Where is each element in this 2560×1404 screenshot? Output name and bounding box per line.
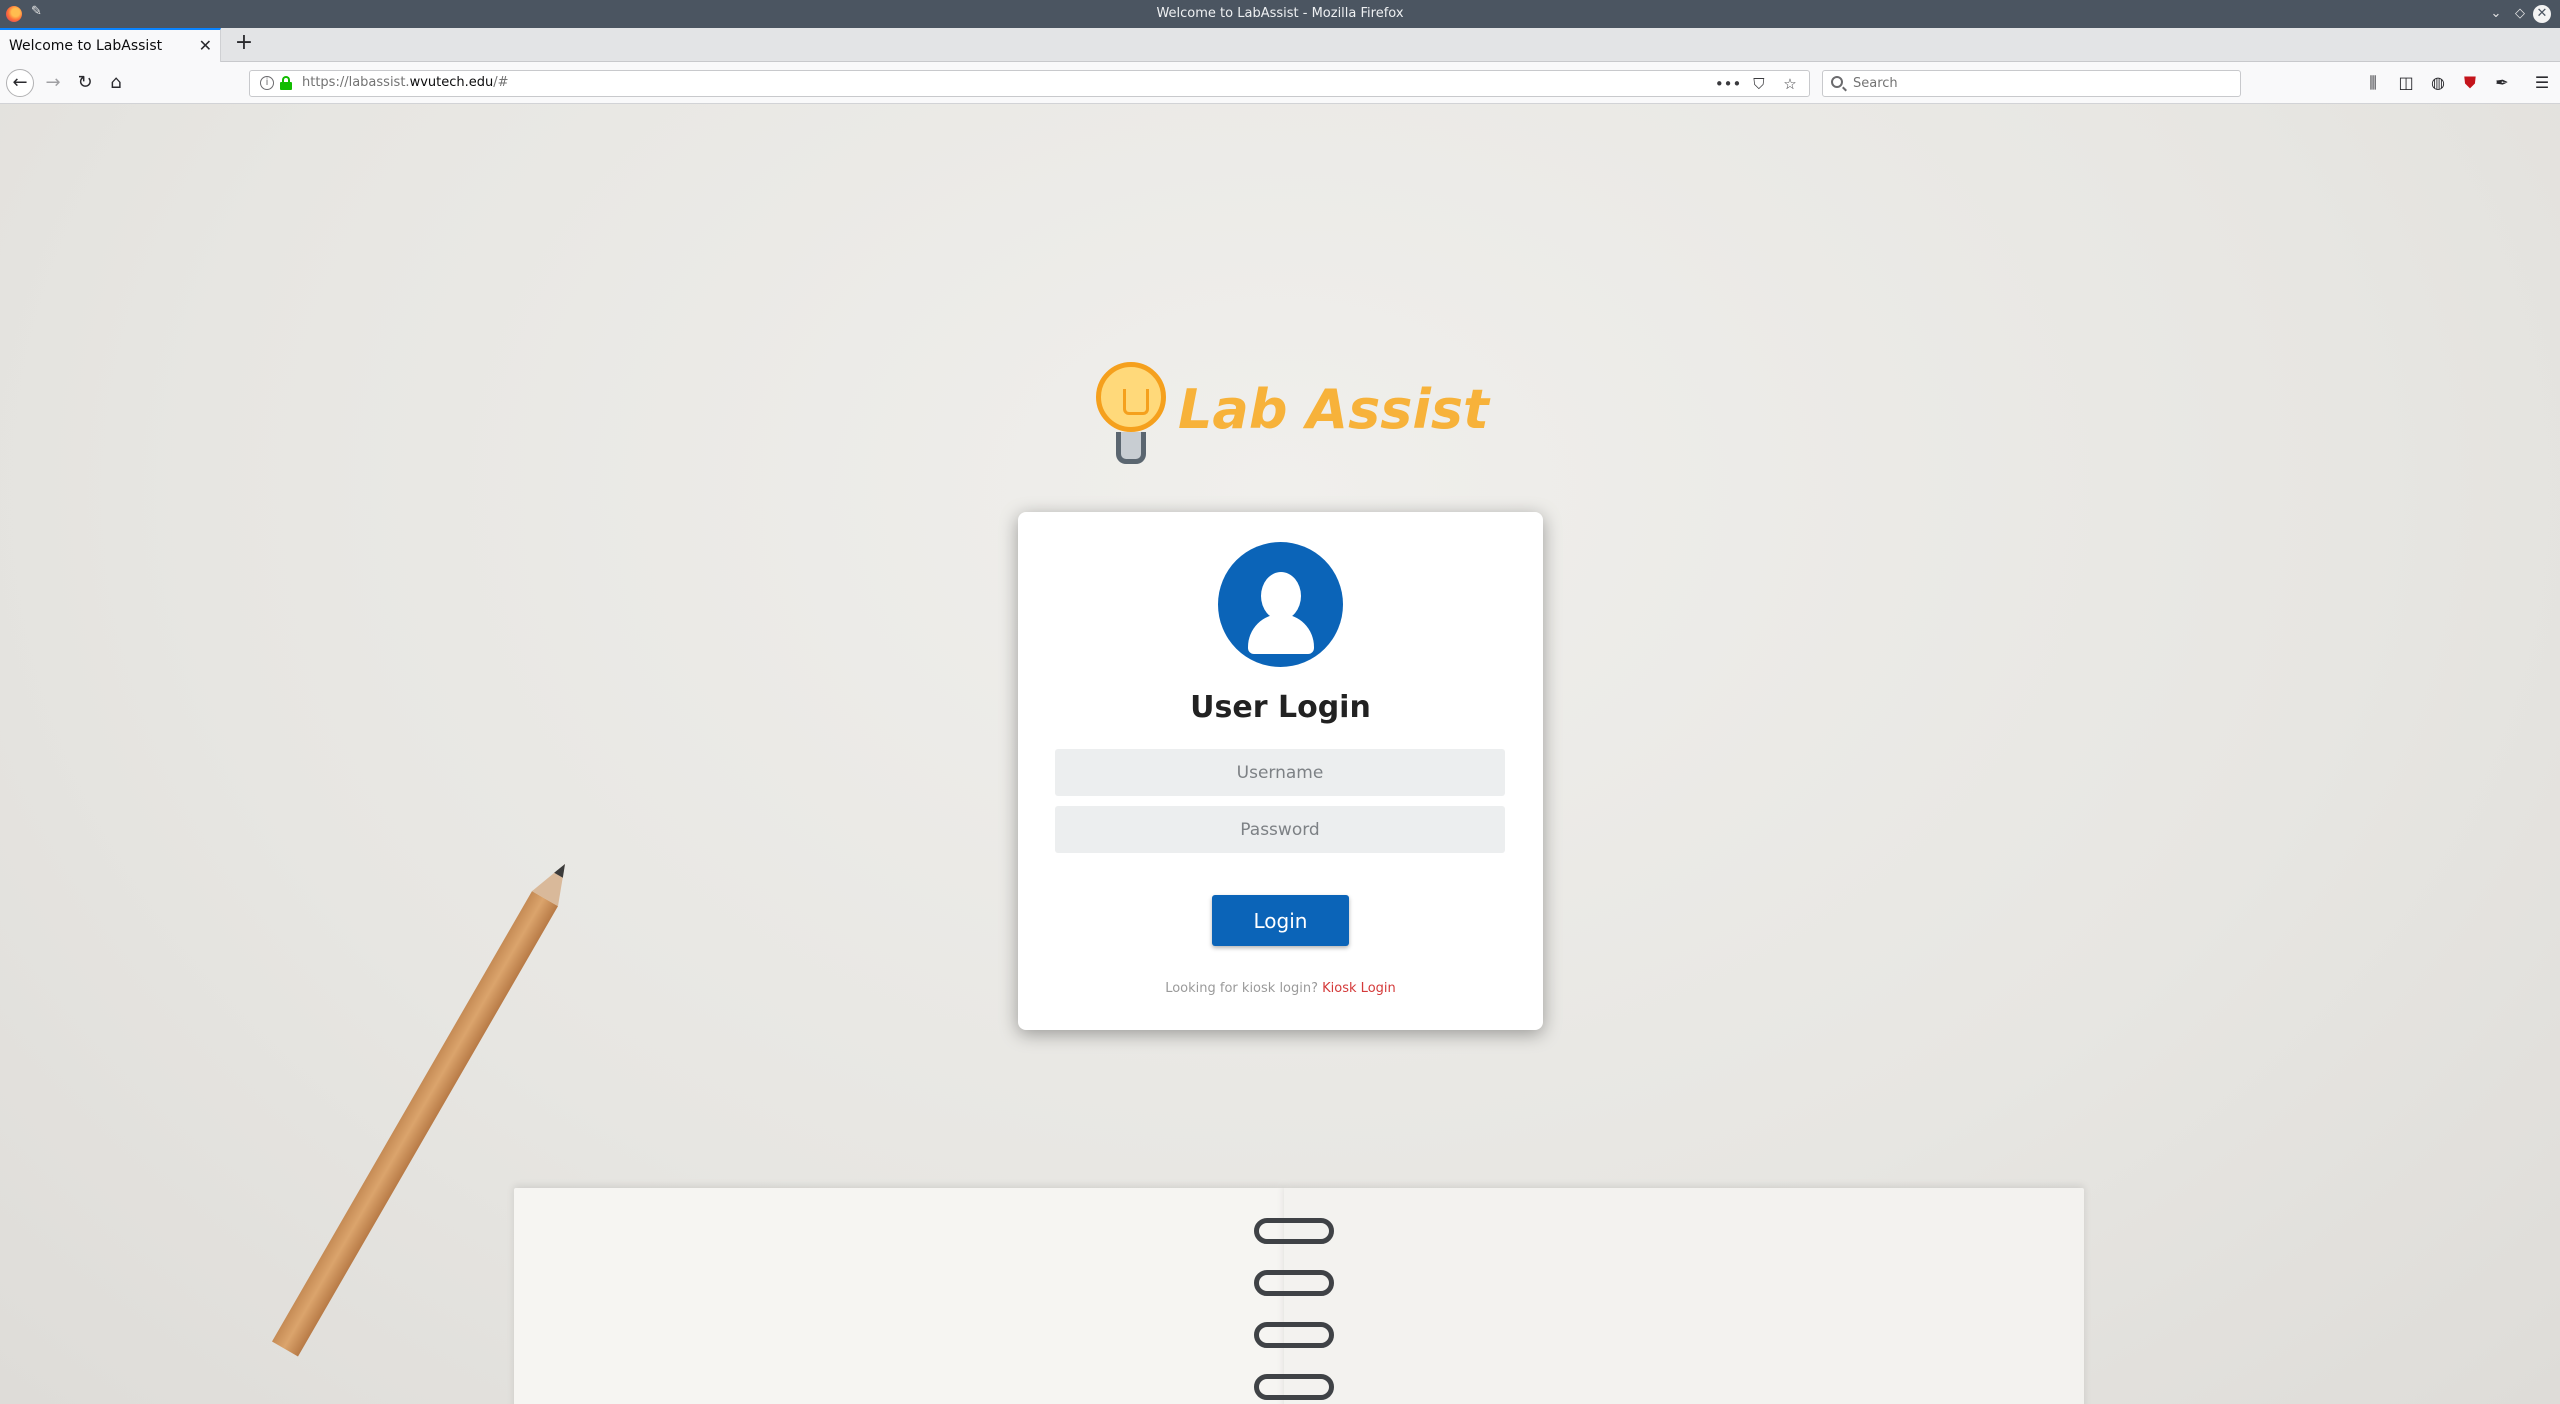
extension-icon[interactable]: ◍ xyxy=(2424,69,2452,97)
lock-icon[interactable] xyxy=(280,76,292,90)
navigation-bar: ← → ↻ ⌂ i https://labassist.wvutech.edu/… xyxy=(0,62,2560,104)
sidebar-icon[interactable]: ◫ xyxy=(2392,69,2420,97)
login-card: User Login Login Looking for kiosk login… xyxy=(1018,512,1543,1030)
page-content: Lab Assist User Login Login Looking for … xyxy=(0,104,2560,1404)
minimize-icon[interactable]: ⌄ xyxy=(2486,4,2506,24)
window-title: Welcome to LabAssist - Mozilla Firefox xyxy=(1156,6,1404,21)
search-input[interactable] xyxy=(1853,74,2233,93)
url-bar[interactable]: i https://labassist.wvutech.edu/# ••• ⛉ … xyxy=(249,70,1810,97)
user-avatar-icon xyxy=(1218,542,1343,667)
login-title: User Login xyxy=(1190,690,1371,725)
window-titlebar: ✎ Welcome to LabAssist - Mozilla Firefox… xyxy=(0,0,2560,28)
home-button[interactable]: ⌂ xyxy=(103,70,129,96)
tab-strip: Welcome to LabAssist ✕ + xyxy=(0,28,2560,62)
library-icon[interactable]: ⫼ xyxy=(2359,69,2387,97)
pocket-icon[interactable]: ⛉ xyxy=(1746,73,1772,95)
kiosk-login-link[interactable]: Kiosk Login xyxy=(1322,981,1396,996)
forward-button[interactable]: → xyxy=(40,70,66,96)
eyedropper-icon[interactable]: ✒ xyxy=(2488,69,2516,97)
menu-icon[interactable]: ☰ xyxy=(2528,69,2556,97)
shield-icon[interactable]: ⛊ xyxy=(2456,69,2484,97)
tab-welcome[interactable]: Welcome to LabAssist ✕ xyxy=(0,28,221,62)
kiosk-prompt: Looking for kiosk login? Kiosk Login xyxy=(1165,981,1396,996)
login-button[interactable]: Login xyxy=(1212,895,1349,946)
page-actions-icon[interactable]: ••• xyxy=(1715,73,1742,95)
password-field[interactable] xyxy=(1055,806,1505,853)
search-bar[interactable] xyxy=(1822,70,2241,97)
logo-text: Lab Assist xyxy=(1178,378,1489,441)
url-text[interactable]: https://labassist.wvutech.edu/# xyxy=(302,75,509,90)
reload-button[interactable]: ↻ xyxy=(72,70,98,96)
tab-close-icon[interactable]: ✕ xyxy=(199,36,212,55)
notebook-decoration xyxy=(514,1188,2084,1404)
maximize-icon[interactable]: ◇ xyxy=(2510,4,2530,24)
back-button[interactable]: ← xyxy=(6,69,34,97)
close-window-icon[interactable]: ✕ xyxy=(2533,5,2551,23)
tab-label: Welcome to LabAssist xyxy=(9,38,163,54)
bookmark-star-icon[interactable]: ☆ xyxy=(1777,73,1803,95)
username-field[interactable] xyxy=(1055,749,1505,796)
search-icon xyxy=(1831,76,1843,88)
labassist-logo: Lab Assist xyxy=(1094,360,1489,464)
info-icon[interactable]: i xyxy=(260,76,274,90)
lightbulb-icon xyxy=(1096,362,1166,432)
new-tab-button[interactable]: + xyxy=(231,31,257,57)
